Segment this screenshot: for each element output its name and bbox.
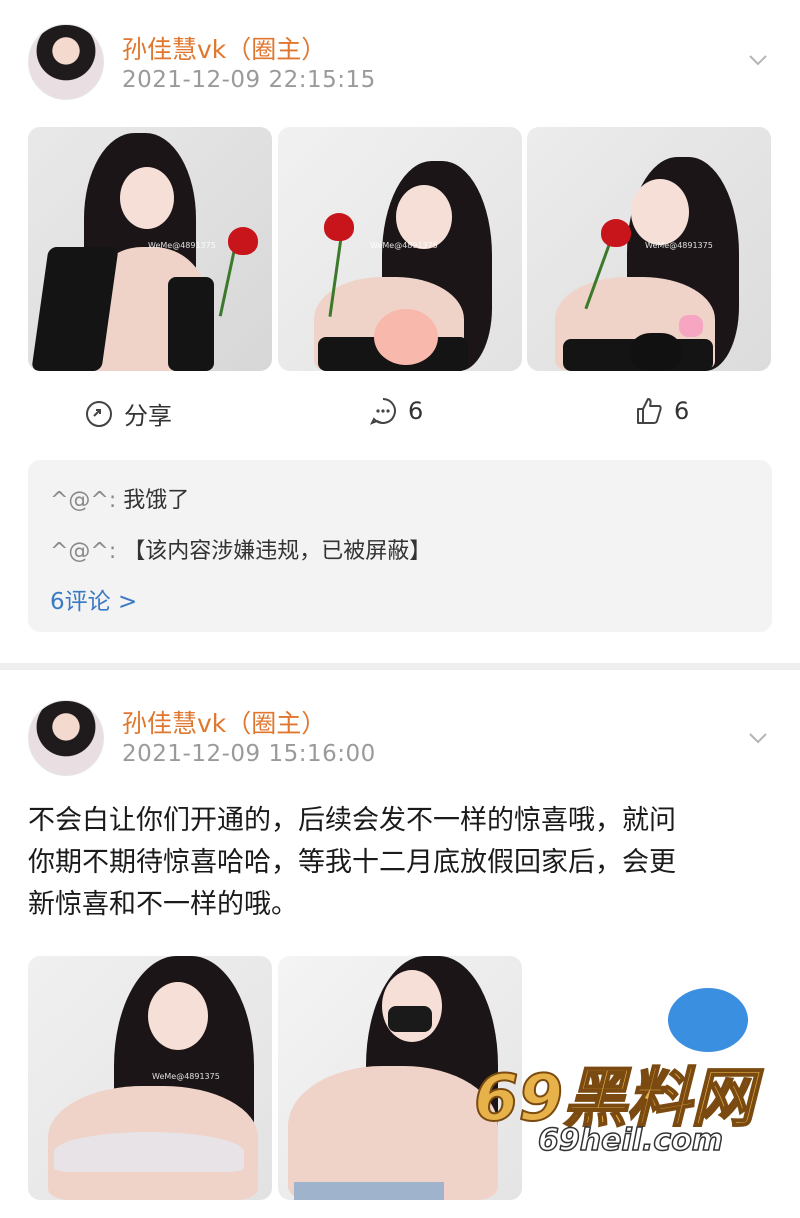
share-button[interactable]: 分享 [84, 396, 172, 431]
share-icon [86, 400, 112, 427]
post-time: 2021-12-09 22:15:15 [122, 67, 376, 93]
comment-user[interactable]: ^@^: [50, 488, 116, 513]
post-text-line: 不会白让你们开通的，后续会发不一样的惊喜哦，就问 [28, 805, 676, 836]
like-count: 6 [674, 397, 690, 425]
thumbs-up-icon [637, 398, 662, 424]
post-actions: 分享 6 6 [0, 396, 800, 436]
comment-text: 我饿了 [123, 488, 190, 513]
avatar[interactable] [28, 24, 104, 100]
comment-count: 6 [408, 397, 424, 425]
photo-watermark: WeMe@4891375 [370, 241, 438, 250]
photo-watermark: WeMe@4891375 [148, 241, 216, 250]
comment-button[interactable]: 6 [368, 396, 423, 426]
share-label: 分享 [124, 402, 172, 430]
comment-item: ^@^: 我饿了 [50, 482, 189, 514]
comment-icon [369, 398, 396, 425]
photo-2[interactable]: WeMe@4891375 [278, 127, 522, 371]
like-button[interactable]: 6 [634, 396, 689, 426]
blurred-object [668, 988, 748, 1052]
site-watermark: 69黑料网 69heil.com [468, 1050, 788, 1160]
post-text: 不会白让你们开通的，后续会发不一样的惊喜哦，就问 你期不期待惊喜哈哈，等我十二月… [28, 800, 773, 926]
site-watermark-logo: 69黑料网 69heil.com [473, 1061, 765, 1159]
photo-watermark: WeMe@4891375 [645, 241, 713, 250]
comment-item: ^@^: 【该内容涉嫌违规，已被屏蔽】 [50, 533, 431, 565]
photo-3[interactable]: WeMe@4891375 [527, 127, 771, 371]
photo-grid: WeMe@4891375 WeMe@4891375 WeMe@4891375 [28, 127, 772, 371]
avatar[interactable] [28, 700, 104, 776]
chevron-down-icon[interactable] [748, 728, 768, 748]
post-time: 2021-12-09 15:16:00 [122, 741, 376, 767]
author-name[interactable]: 孙佳慧vk（圈主） [122, 30, 326, 66]
comment-preview: ^@^: 我饿了 ^@^: 【该内容涉嫌违规，已被屏蔽】 6评论 > [28, 460, 772, 632]
chevron-down-icon[interactable] [748, 50, 768, 70]
more-comments-link[interactable]: 6评论 > [50, 582, 137, 616]
post-text-line: 你期不期待惊喜哈哈，等我十二月底放假回家后，会更 [28, 847, 676, 878]
post-1: 孙佳慧vk（圈主） 2021-12-09 22:15:15 WeMe@48913… [0, 0, 800, 663]
comment-user[interactable]: ^@^: [50, 539, 116, 564]
photo-1[interactable]: WeMe@4891375 [28, 127, 272, 371]
photo-watermark: WeMe@4891375 [152, 1072, 220, 1081]
watermark-small-text: 69heil.com [538, 1123, 723, 1158]
comment-text: 【该内容涉嫌违规，已被屏蔽】 [123, 539, 432, 564]
photo-1[interactable]: WeMe@4891375 [28, 956, 272, 1200]
post-text-line: 新惊喜和不一样的哦。 [28, 889, 298, 920]
author-name[interactable]: 孙佳慧vk（圈主） [122, 704, 326, 740]
post-divider [0, 663, 800, 670]
